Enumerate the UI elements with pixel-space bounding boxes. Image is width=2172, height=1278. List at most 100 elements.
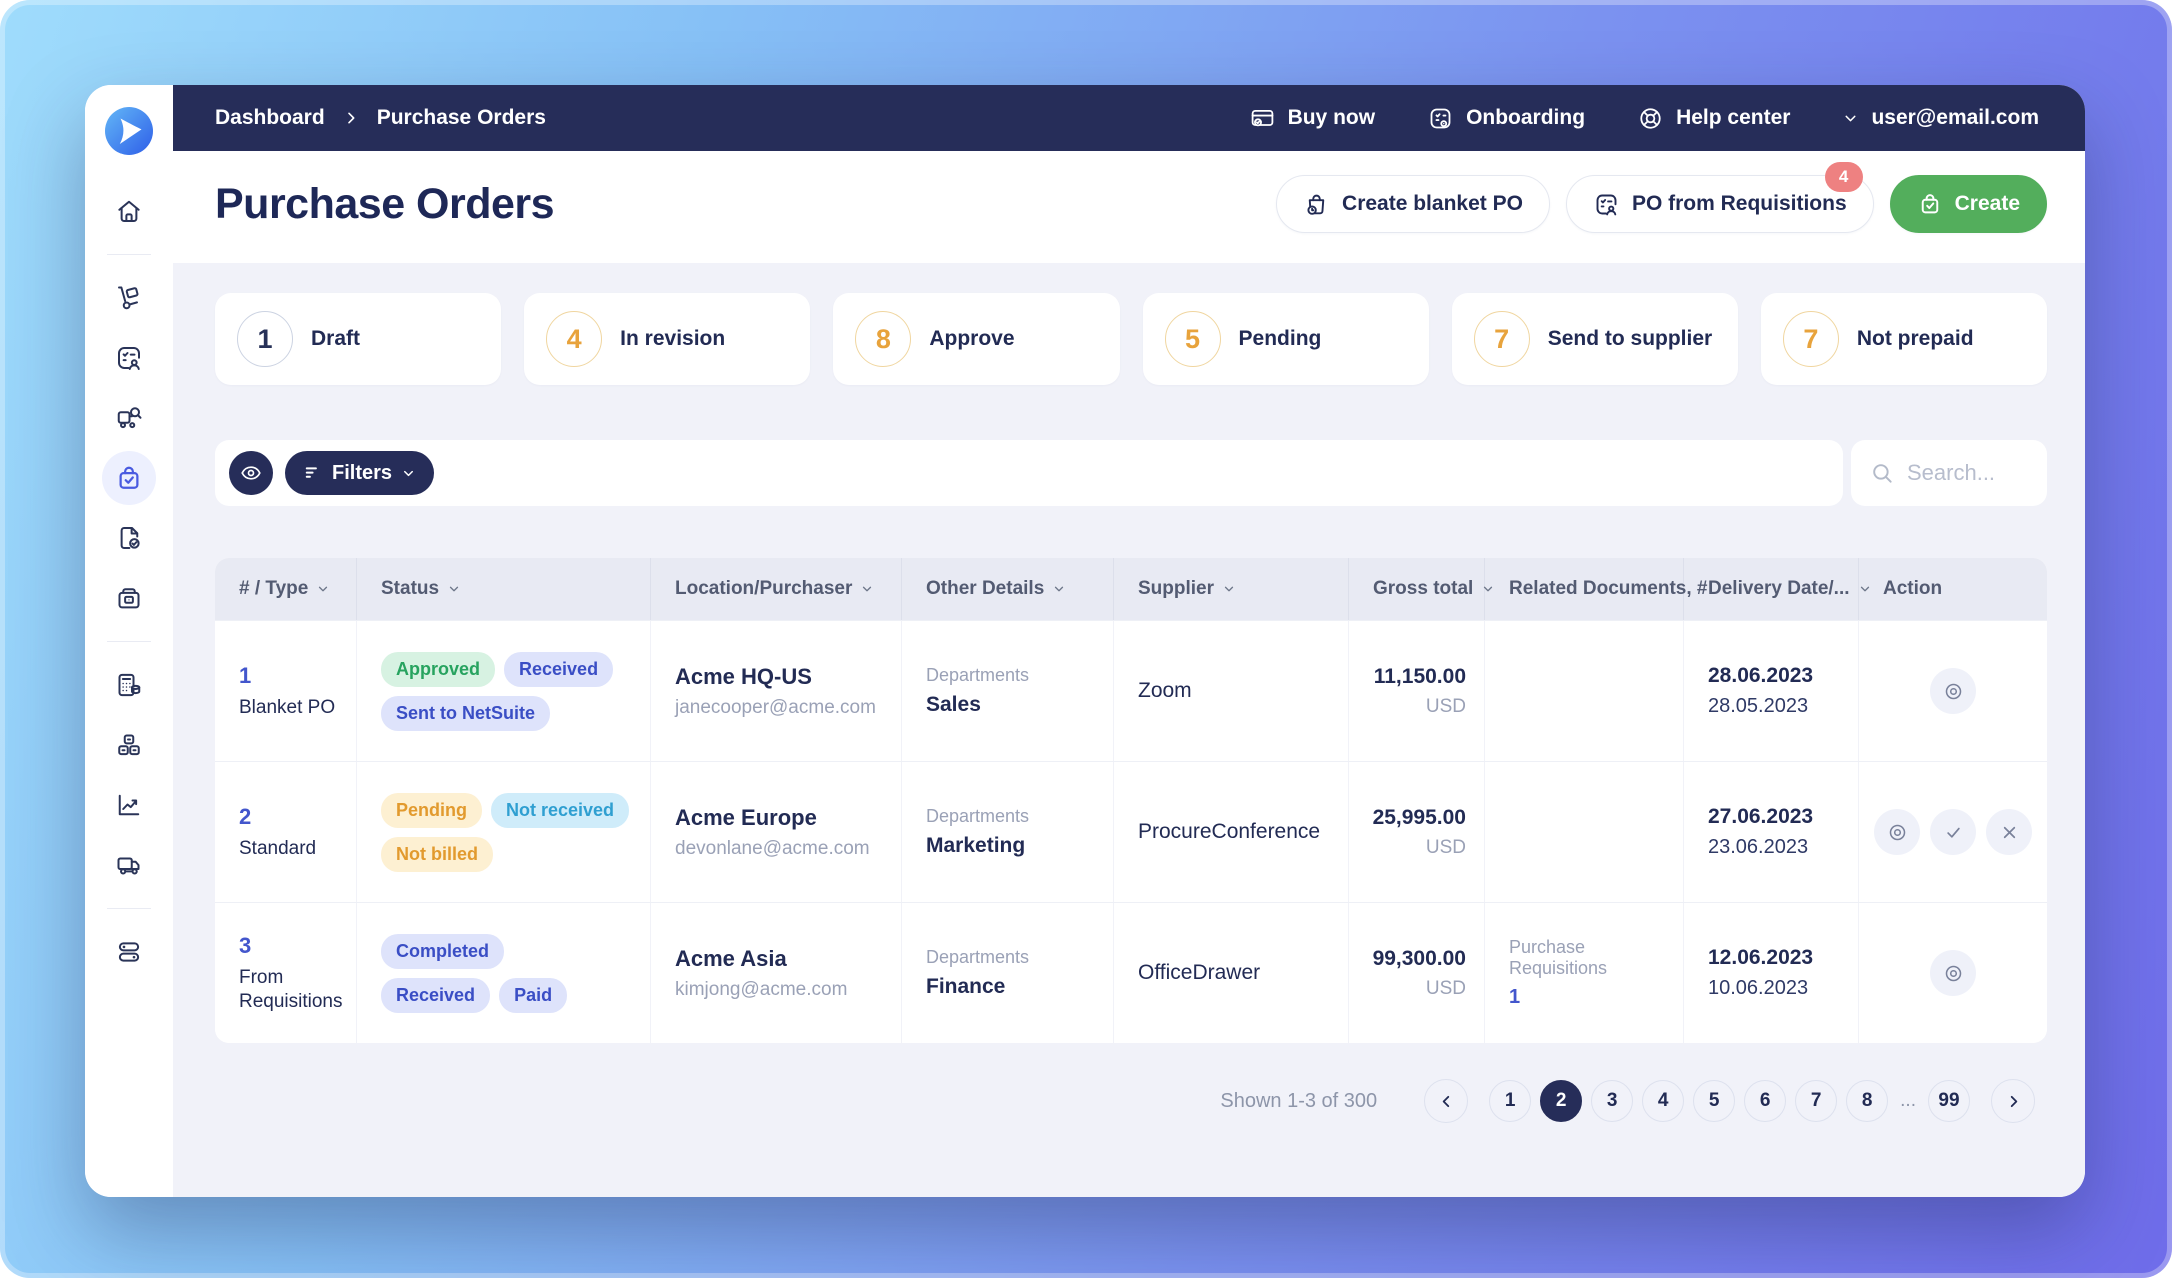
breadcrumb-dashboard[interactable]: Dashboard: [215, 106, 325, 130]
column-header-type[interactable]: # / Type: [215, 558, 357, 620]
column-visibility-button[interactable]: [229, 451, 273, 495]
related-documents-link[interactable]: 1: [1509, 986, 1669, 1009]
create-blanket-po-button[interactable]: Create blanket PO: [1276, 175, 1550, 233]
table-row[interactable]: 3 From Requisitions CompletedReceivedPai…: [215, 902, 2047, 1043]
pagination-page-1[interactable]: 1: [1489, 1080, 1531, 1122]
analytics-icon: [114, 790, 144, 820]
sidebar-item-home[interactable]: [102, 184, 156, 238]
sidebar-nav: [102, 181, 156, 982]
details-label: Departments: [926, 806, 1099, 827]
pagination-page-5[interactable]: 5: [1693, 1080, 1735, 1122]
help-center-button[interactable]: Help center: [1637, 105, 1790, 132]
sort-chevron-icon: [860, 582, 874, 596]
purchase-orders-icon: [114, 463, 144, 493]
details-value: Marketing: [926, 834, 1099, 858]
sidebar-item-invoice-check[interactable]: [102, 511, 156, 565]
close-icon: [1998, 821, 2021, 844]
pagination-page-8[interactable]: 8: [1846, 1080, 1888, 1122]
sort-chevron-icon: [1222, 582, 1236, 596]
details-value: Finance: [926, 975, 1099, 999]
sidebar-item-settings[interactable]: [102, 925, 156, 979]
summary-card-send-to-supplier[interactable]: 7 Send to supplier: [1452, 293, 1738, 385]
po-from-requisitions-button[interactable]: PO from Requisitions 4: [1566, 175, 1874, 233]
column-header-status[interactable]: Status: [357, 558, 651, 620]
summary-card-pending[interactable]: 5 Pending: [1143, 293, 1429, 385]
table-header: # / TypeStatusLocation/PurchaserOther De…: [215, 558, 2047, 620]
sidebar-item-shipping[interactable]: [102, 838, 156, 892]
user-menu[interactable]: user@email.com: [1842, 106, 2039, 130]
delivery-date-cell: 12.06.2023 10.06.2023: [1684, 903, 1859, 1043]
pagination-page-6[interactable]: 6: [1744, 1080, 1786, 1122]
status-badge: Approved: [381, 652, 495, 687]
summary-card-approve[interactable]: 8 Approve: [833, 293, 1119, 385]
sidebar-item-analytics[interactable]: [102, 778, 156, 832]
sidebar-item-hand-truck[interactable]: [102, 271, 156, 325]
table-row[interactable]: 1 Blanket PO ApprovedReceivedSent to Net…: [215, 620, 2047, 761]
sidebar-item-payments[interactable]: [102, 571, 156, 625]
buy-now-button[interactable]: Buy now: [1249, 105, 1376, 132]
summary-card-in-revision[interactable]: 4 In revision: [524, 293, 810, 385]
sort-chevron-icon: [1052, 582, 1066, 596]
column-header-supplier[interactable]: Supplier: [1114, 558, 1349, 620]
pagination-page-4[interactable]: 4: [1642, 1080, 1684, 1122]
purchaser-email: kimjong@acme.com: [675, 979, 887, 1001]
sidebar-item-supplier-search[interactable]: [102, 391, 156, 445]
help-center-label: Help center: [1676, 106, 1790, 130]
table-body: 1 Blanket PO ApprovedReceivedSent to Net…: [215, 620, 2047, 1043]
status-badge: Not billed: [381, 837, 493, 872]
chevron-right-icon: [343, 110, 359, 126]
app-logo[interactable]: [105, 107, 153, 155]
view-action-button[interactable]: [1930, 668, 1976, 714]
status-badge: Pending: [381, 793, 482, 828]
card-label: Approve: [929, 327, 1014, 351]
sidebar-item-purchase-orders[interactable]: [102, 451, 156, 505]
status-cell: PendingNot receivedNot billed: [357, 762, 651, 902]
sidebar-item-requisitions[interactable]: [102, 331, 156, 385]
summary-card-not-prepaid[interactable]: 7 Not prepaid: [1761, 293, 2047, 385]
status-badge: Completed: [381, 934, 504, 969]
inventory-icon: [114, 730, 144, 760]
status-cell: ApprovedReceivedSent to NetSuite: [357, 621, 651, 761]
po-number-link[interactable]: 1: [239, 663, 342, 689]
pagination-page-3[interactable]: 3: [1591, 1080, 1633, 1122]
sidebar-item-budgets[interactable]: [102, 658, 156, 712]
column-header-delivery-date[interactable]: Delivery Date/...: [1684, 558, 1859, 620]
home-icon: [114, 196, 144, 226]
pagination-prev-button[interactable]: [1424, 1079, 1468, 1123]
create-button[interactable]: Create: [1890, 175, 2047, 233]
supplier-cell: Zoom: [1114, 621, 1349, 761]
summary-card-draft[interactable]: 1 Draft: [215, 293, 501, 385]
breadcrumb: Dashboard Purchase Orders: [215, 106, 546, 130]
filters-label: Filters: [332, 462, 392, 485]
table-row[interactable]: 2 Standard PendingNot receivedNot billed…: [215, 761, 2047, 902]
other-details-cell: Departments Marketing: [902, 762, 1114, 902]
sidebar-item-inventory[interactable]: [102, 718, 156, 772]
view-action-button[interactable]: [1874, 809, 1920, 855]
view-icon: [1886, 821, 1909, 844]
column-header-other-details[interactable]: Other Details: [902, 558, 1114, 620]
po-number-link[interactable]: 3: [239, 933, 342, 959]
onboarding-button[interactable]: Onboarding: [1427, 105, 1585, 132]
currency: USD: [1426, 696, 1466, 718]
search-input[interactable]: [1905, 459, 2029, 487]
pagination-page-7[interactable]: 7: [1795, 1080, 1837, 1122]
filters-button[interactable]: Filters: [285, 451, 434, 495]
approve-action-button[interactable]: [1930, 809, 1976, 855]
sidebar-divider: [107, 641, 151, 642]
create-label: Create: [1955, 192, 2020, 216]
po-number-type-cell: 2 Standard: [215, 762, 357, 902]
search-icon: [1869, 460, 1895, 486]
column-label: Supplier: [1138, 578, 1214, 600]
pagination-next-button[interactable]: [1991, 1079, 2035, 1123]
view-action-button[interactable]: [1930, 950, 1976, 996]
view-icon: [1942, 680, 1965, 703]
column-header-location-purchaser[interactable]: Location/Purchaser: [651, 558, 902, 620]
po-number-link[interactable]: 2: [239, 804, 342, 830]
onboarding-label: Onboarding: [1466, 106, 1585, 130]
column-header-gross-total[interactable]: Gross total: [1349, 558, 1485, 620]
pagination-page-99[interactable]: 99: [1928, 1080, 1970, 1122]
pagination-page-2[interactable]: 2: [1540, 1080, 1582, 1122]
reject-action-button[interactable]: [1986, 809, 2032, 855]
chevron-left-icon: [1438, 1093, 1455, 1110]
sidebar-divider: [107, 254, 151, 255]
